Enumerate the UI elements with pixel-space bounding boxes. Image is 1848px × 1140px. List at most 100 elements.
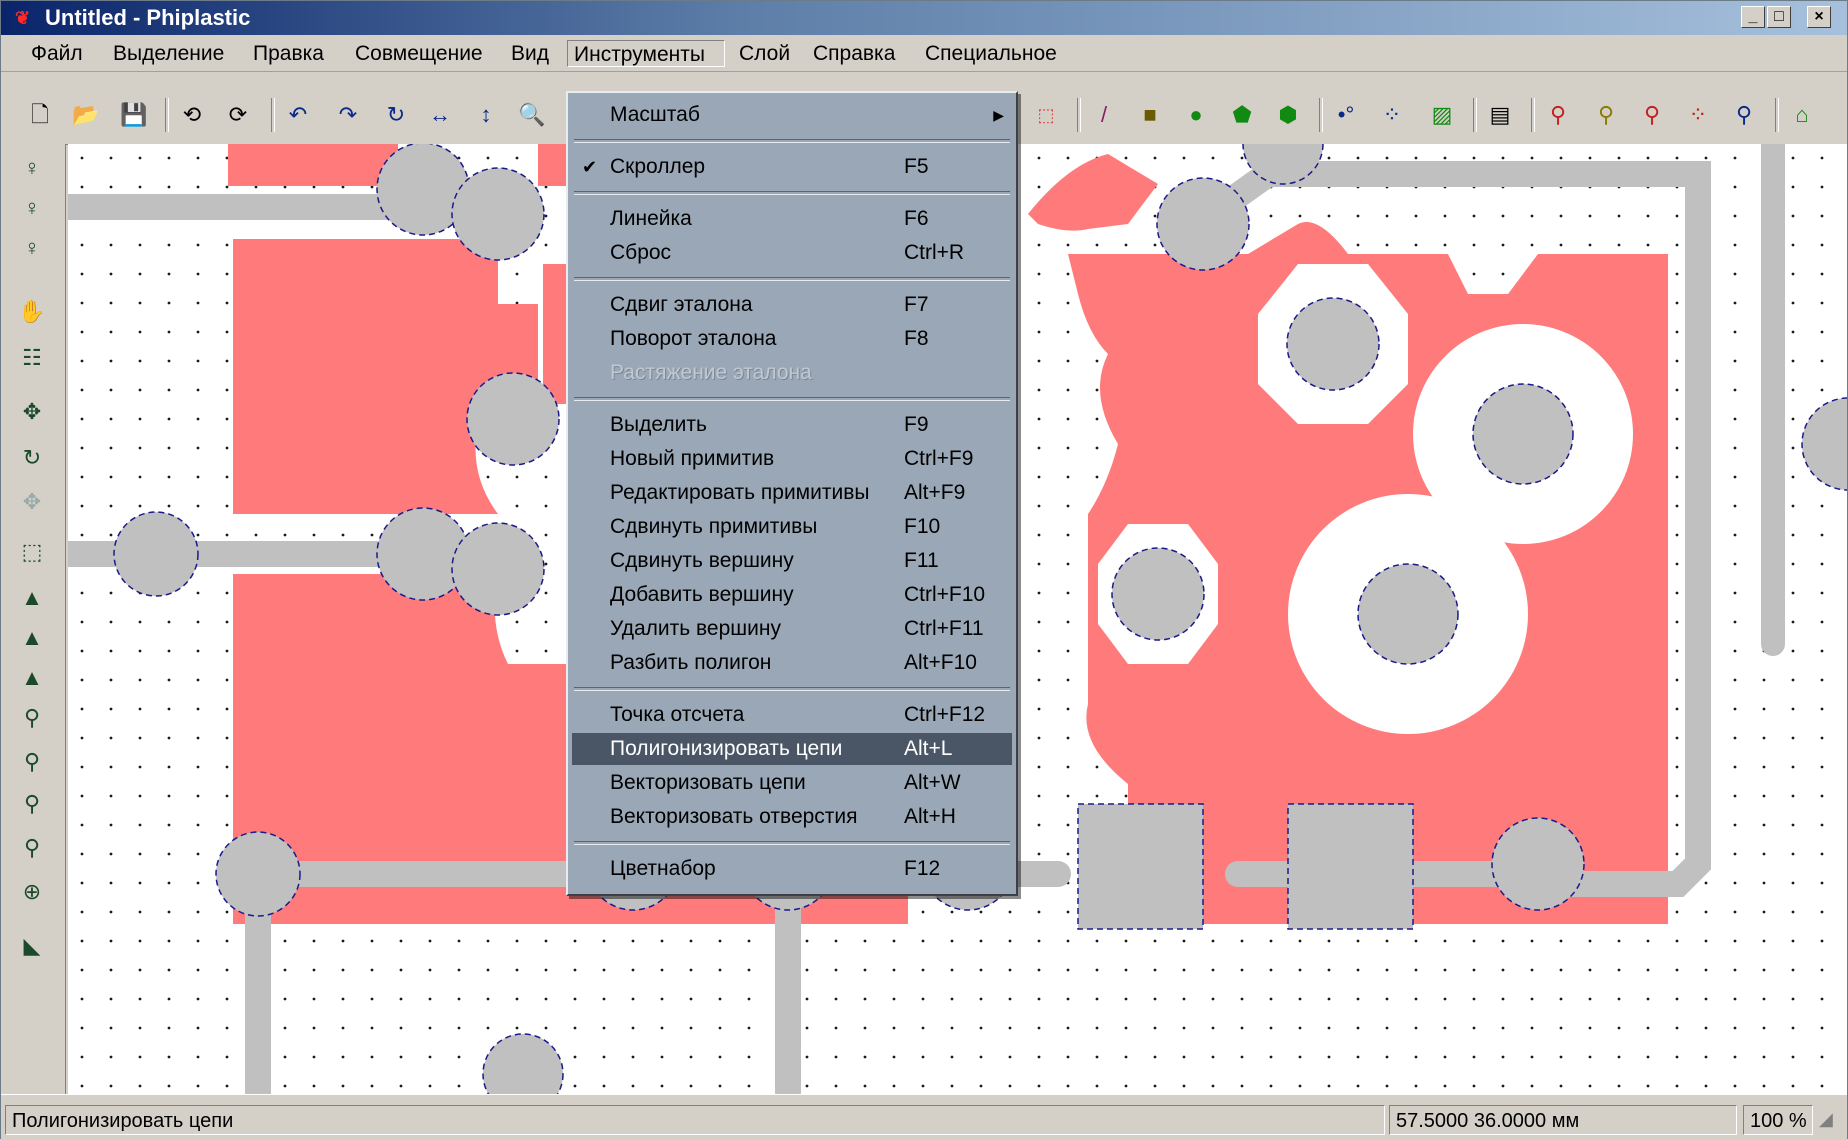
flip-horizontal-icon[interactable]: ↔	[425, 100, 455, 130]
menu-item-label: Векторизовать отверстия	[610, 805, 858, 828]
stretch-tool-icon[interactable]: ✥	[15, 484, 49, 520]
draw-circle-icon[interactable]: ●	[1181, 100, 1211, 130]
menu-item-label: Сдвиг эталона	[610, 293, 753, 316]
hatch-icon[interactable]: ▨	[1427, 100, 1457, 130]
menu-alignment[interactable]: Совмещение	[349, 40, 489, 67]
menu-item-split-polygon[interactable]: Разбить полигон Alt+F10	[572, 647, 1012, 679]
layers-icon[interactable]: ▤	[1485, 100, 1515, 130]
undo-icon[interactable]: ⟲	[177, 100, 207, 130]
rotate-right-icon[interactable]: ↷	[333, 100, 363, 130]
menu-item-reset[interactable]: Сброс Ctrl+R	[572, 237, 1012, 269]
menu-edit[interactable]: Правка	[247, 40, 330, 67]
menu-item-scroller[interactable]: ✔ Скроллер F5	[572, 151, 1012, 183]
rotate-180-icon[interactable]: ↻	[381, 100, 411, 130]
menu-item-rotate-reference[interactable]: Поворот эталона F8	[572, 323, 1012, 355]
rotate-left-icon[interactable]: ↶	[283, 100, 313, 130]
close-button[interactable]: ×	[1807, 6, 1831, 28]
minimize-button[interactable]: _	[1741, 6, 1765, 28]
home-icon[interactable]: ⌂	[1787, 100, 1817, 130]
draw-line-icon[interactable]: /	[1089, 100, 1119, 130]
menu-view[interactable]: Вид	[505, 40, 555, 67]
menu-item-label: Сброс	[610, 241, 672, 264]
menu-selection[interactable]: Выделение	[107, 40, 230, 67]
draw-polygon-icon[interactable]: ⬟	[1227, 100, 1257, 130]
menu-layer[interactable]: Слой	[733, 40, 796, 67]
points-icon[interactable]: ⁘	[1377, 100, 1407, 130]
menu-separator	[574, 191, 1010, 195]
menu-item-edit-primitives[interactable]: Редактировать примитивы Alt+F9	[572, 477, 1012, 509]
status-zoom: 100 %	[1743, 1105, 1813, 1135]
submenu-arrow-icon: ▶	[993, 107, 1004, 123]
menu-item-polygonize-nets[interactable]: Полигонизировать цепи Alt+L	[572, 733, 1012, 765]
flip-vertical-icon[interactable]: ↕	[471, 100, 501, 130]
menu-item-shortcut: F9	[904, 413, 929, 436]
move-vertex-icon[interactable]: ▲	[15, 620, 49, 656]
nodes-icon[interactable]: •°	[1331, 100, 1361, 130]
draw-rect-icon[interactable]: ■	[1135, 100, 1165, 130]
menu-help[interactable]: Справка	[807, 40, 901, 67]
menu-item-new-primitive[interactable]: Новый примитив Ctrl+F9	[572, 443, 1012, 475]
menu-item-shift-reference[interactable]: Сдвиг эталона F7	[572, 289, 1012, 321]
app-icon[interactable]: ❦	[15, 8, 37, 28]
pin-add-icon[interactable]: ⚲	[15, 744, 49, 780]
menu-item-move-primitives[interactable]: Сдвинуть примитивы F10	[572, 511, 1012, 543]
list-icon[interactable]: ☷	[15, 340, 49, 376]
select-rect-icon[interactable]: ⬚	[1031, 100, 1061, 130]
measure-icon[interactable]: ◣	[15, 928, 49, 964]
point-list-icon[interactable]: ♀	[15, 230, 49, 266]
menu-item-label: Разбить полигон	[610, 651, 772, 674]
menu-item-shortcut: Alt+H	[904, 805, 956, 828]
net-red-icon[interactable]: ⚲	[1637, 100, 1667, 130]
add-vertex-icon[interactable]: ▲	[15, 580, 49, 616]
pin-remove-icon[interactable]: ⚲	[15, 786, 49, 822]
status-coordinates: 57.5000 36.0000 мм	[1389, 1105, 1737, 1135]
net-points-icon[interactable]: ⁘	[1683, 100, 1713, 130]
new-file-icon[interactable]: 🗋	[25, 100, 55, 130]
hand-pan-icon[interactable]: ✋	[15, 294, 49, 330]
zoom-icon[interactable]: 🔍	[517, 100, 547, 130]
split-vertex-icon[interactable]: ▲	[15, 660, 49, 696]
remove-point-icon[interactable]: ♀	[15, 190, 49, 226]
menu-special[interactable]: Специальное	[919, 40, 1063, 67]
title-bar[interactable]: ❦ Untitled - Phiplastic _ □ ×	[1, 1, 1847, 35]
menu-item-vectorize-holes[interactable]: Векторизовать отверстия Alt+H	[572, 801, 1012, 833]
menu-item-color-set[interactable]: Цветнабор F12	[572, 853, 1012, 885]
menu-item-label: Полигонизировать цепи	[610, 737, 843, 760]
menu-item-label: Векторизовать цепи	[610, 771, 806, 794]
menu-item-shortcut: Alt+W	[904, 771, 961, 794]
status-bar: Полигонизировать цепи 57.5000 36.0000 мм…	[1, 1094, 1847, 1140]
menu-item-zoom[interactable]: Масштаб ▶	[572, 99, 1012, 131]
pin-move-icon[interactable]: ⚲	[15, 830, 49, 866]
pin-x-icon[interactable]: ⚲	[15, 700, 49, 736]
menu-bar: Файл Выделение Правка Совмещение Вид Инс…	[1, 35, 1847, 72]
menu-item-shortcut: F5	[904, 155, 929, 178]
menu-item-delete-vertex[interactable]: Удалить вершину Ctrl+F11	[572, 613, 1012, 645]
maximize-button[interactable]: □	[1767, 6, 1791, 28]
save-icon[interactable]: 💾	[119, 100, 149, 130]
polygon-edit-icon[interactable]: ⬢	[1273, 100, 1303, 130]
add-point-icon[interactable]: ♀	[15, 150, 49, 186]
menu-item-move-vertex[interactable]: Сдвинуть вершину F11	[572, 545, 1012, 577]
redo-icon[interactable]: ⟳	[223, 100, 253, 130]
menu-item-add-vertex[interactable]: Добавить вершину Ctrl+F10	[572, 579, 1012, 611]
net-yellow-icon[interactable]: ⚲	[1591, 100, 1621, 130]
menu-item-ruler[interactable]: Линейка F6	[572, 203, 1012, 235]
menu-item-select[interactable]: Выделить F9	[572, 409, 1012, 441]
open-folder-icon[interactable]: 📂	[71, 100, 101, 130]
net-tool-icon[interactable]: ⚲	[1543, 100, 1573, 130]
resize-grip-icon[interactable]: ◢	[1819, 1109, 1833, 1130]
select-box-icon[interactable]: ⬚	[15, 534, 49, 570]
menu-file[interactable]: Файл	[25, 40, 89, 67]
menu-item-vectorize-nets[interactable]: Векторизовать цепи Alt+W	[572, 767, 1012, 799]
menu-item-stretch-reference: Растяжение эталона	[572, 357, 1012, 389]
toolbar-separator	[1473, 98, 1477, 132]
rotate-tool-icon[interactable]: ↻	[15, 440, 49, 476]
status-message: Полигонизировать цепи	[5, 1105, 1385, 1135]
menu-tools[interactable]: Инструменты	[567, 40, 725, 67]
menu-item-shortcut: Ctrl+R	[904, 241, 965, 264]
net-blue-icon[interactable]: ⚲	[1729, 100, 1759, 130]
origin-target-icon[interactable]: ⊕	[15, 874, 49, 910]
move-icon[interactable]: ✥	[15, 394, 49, 430]
menu-item-shortcut: Ctrl+F11	[904, 617, 984, 640]
menu-item-origin-point[interactable]: Точка отсчета Ctrl+F12	[572, 699, 1012, 731]
